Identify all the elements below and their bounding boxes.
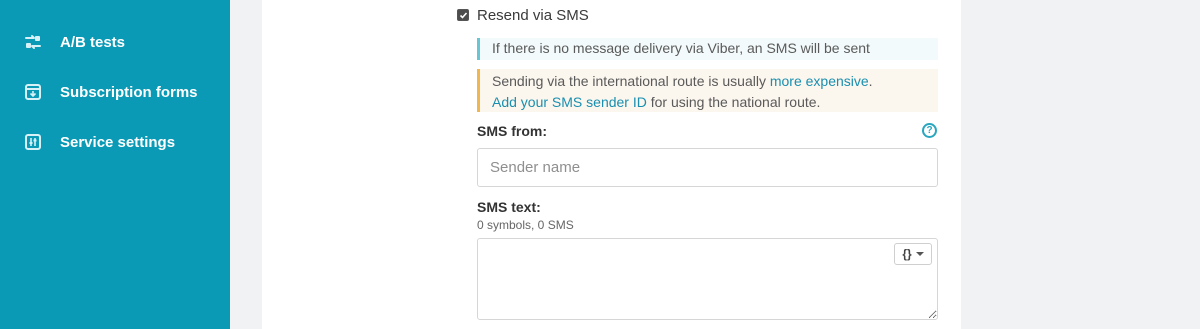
viber-fallback-info-note: If there is no message delivery via Vibe… <box>477 38 938 60</box>
chevron-down-icon <box>915 252 924 256</box>
add-sender-id-link[interactable]: Add your SMS sender ID <box>492 94 647 110</box>
warning-text: for using the national route. <box>646 94 821 110</box>
resend-sms-label: Resend via SMS <box>477 6 589 24</box>
sms-from-label: SMS from: <box>477 123 547 139</box>
resend-sms-option[interactable]: Resend via SMS <box>457 5 589 25</box>
sliders-icon <box>24 133 42 151</box>
sidebar-item-ab-tests[interactable]: A/B tests <box>24 30 125 54</box>
sidebar-item-label: A/B tests <box>60 33 126 51</box>
subscription-form-icon <box>24 83 42 101</box>
sidebar: A/B tests Subscription forms Service set… <box>0 0 230 329</box>
warning-text: . <box>868 73 873 89</box>
sidebar-item-label: Subscription forms <box>60 83 198 101</box>
sms-text-input[interactable] <box>477 238 938 320</box>
sidebar-item-label: Service settings <box>60 133 176 151</box>
more-expensive-link[interactable]: more expensive <box>770 73 869 89</box>
sms-text-label: SMS text: <box>477 199 541 215</box>
ab-tests-icon <box>24 33 42 51</box>
warning-text: Sending via the international route is u… <box>492 73 770 89</box>
variable-braces-icon: {} <box>902 247 912 261</box>
sender-name-input[interactable] <box>477 148 938 187</box>
sidebar-item-service-settings[interactable]: Service settings <box>24 130 175 154</box>
help-icon[interactable]: ? <box>922 123 937 138</box>
sidebar-item-subscription-forms[interactable]: Subscription forms <box>24 80 198 104</box>
sms-symbol-counter: 0 symbols, 0 SMS <box>477 218 574 232</box>
insert-variable-button[interactable]: {} <box>894 243 932 265</box>
resend-sms-checkbox[interactable] <box>457 9 469 21</box>
international-route-warning: Sending via the international route is u… <box>477 69 938 112</box>
